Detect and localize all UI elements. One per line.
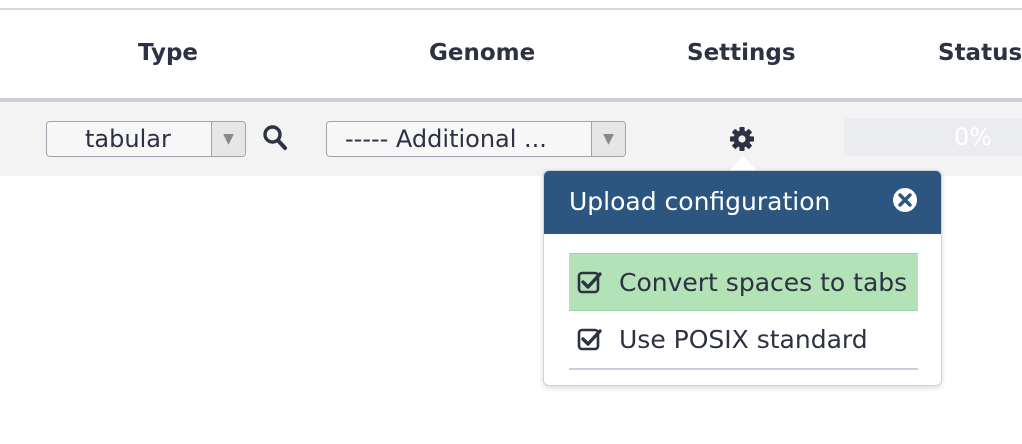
- popover-title: Upload configuration: [569, 187, 831, 216]
- search-icon[interactable]: [262, 124, 288, 156]
- upload-progress-bar: 0%: [844, 118, 1022, 156]
- genome-select-value: ----- Additional ...: [345, 125, 547, 153]
- upload-table-header: Type Genome Settings Status: [0, 10, 1022, 98]
- close-icon[interactable]: [891, 186, 919, 218]
- option-use-posix-standard[interactable]: Use POSIX standard: [569, 311, 918, 369]
- upload-configuration-popover: Upload configuration Convert spaces to t…: [543, 170, 942, 386]
- type-select-value: tabular: [85, 125, 171, 153]
- column-header-status: Status: [938, 40, 1022, 66]
- column-header-genome: Genome: [429, 40, 536, 66]
- checked-checkbox-icon[interactable]: [577, 327, 603, 357]
- popover-header: Upload configuration: [544, 171, 941, 234]
- popover-divider: [569, 368, 918, 370]
- option-label: Convert spaces to tabs: [619, 268, 908, 297]
- popover-arrow: [730, 156, 756, 170]
- column-header-settings: Settings: [687, 40, 796, 66]
- type-select[interactable]: tabular ▼: [46, 121, 246, 157]
- genome-select[interactable]: ----- Additional ... ▼: [326, 121, 626, 157]
- chevron-down-icon[interactable]: ▼: [211, 122, 245, 156]
- option-convert-spaces-to-tabs[interactable]: Convert spaces to tabs: [569, 253, 918, 311]
- gear-icon[interactable]: [728, 125, 756, 157]
- column-header-type: Type: [138, 40, 199, 66]
- progress-percent: 0%: [954, 123, 993, 151]
- option-label: Use POSIX standard: [619, 325, 868, 354]
- checked-checkbox-icon[interactable]: [577, 270, 603, 300]
- chevron-down-icon[interactable]: ▼: [591, 122, 625, 156]
